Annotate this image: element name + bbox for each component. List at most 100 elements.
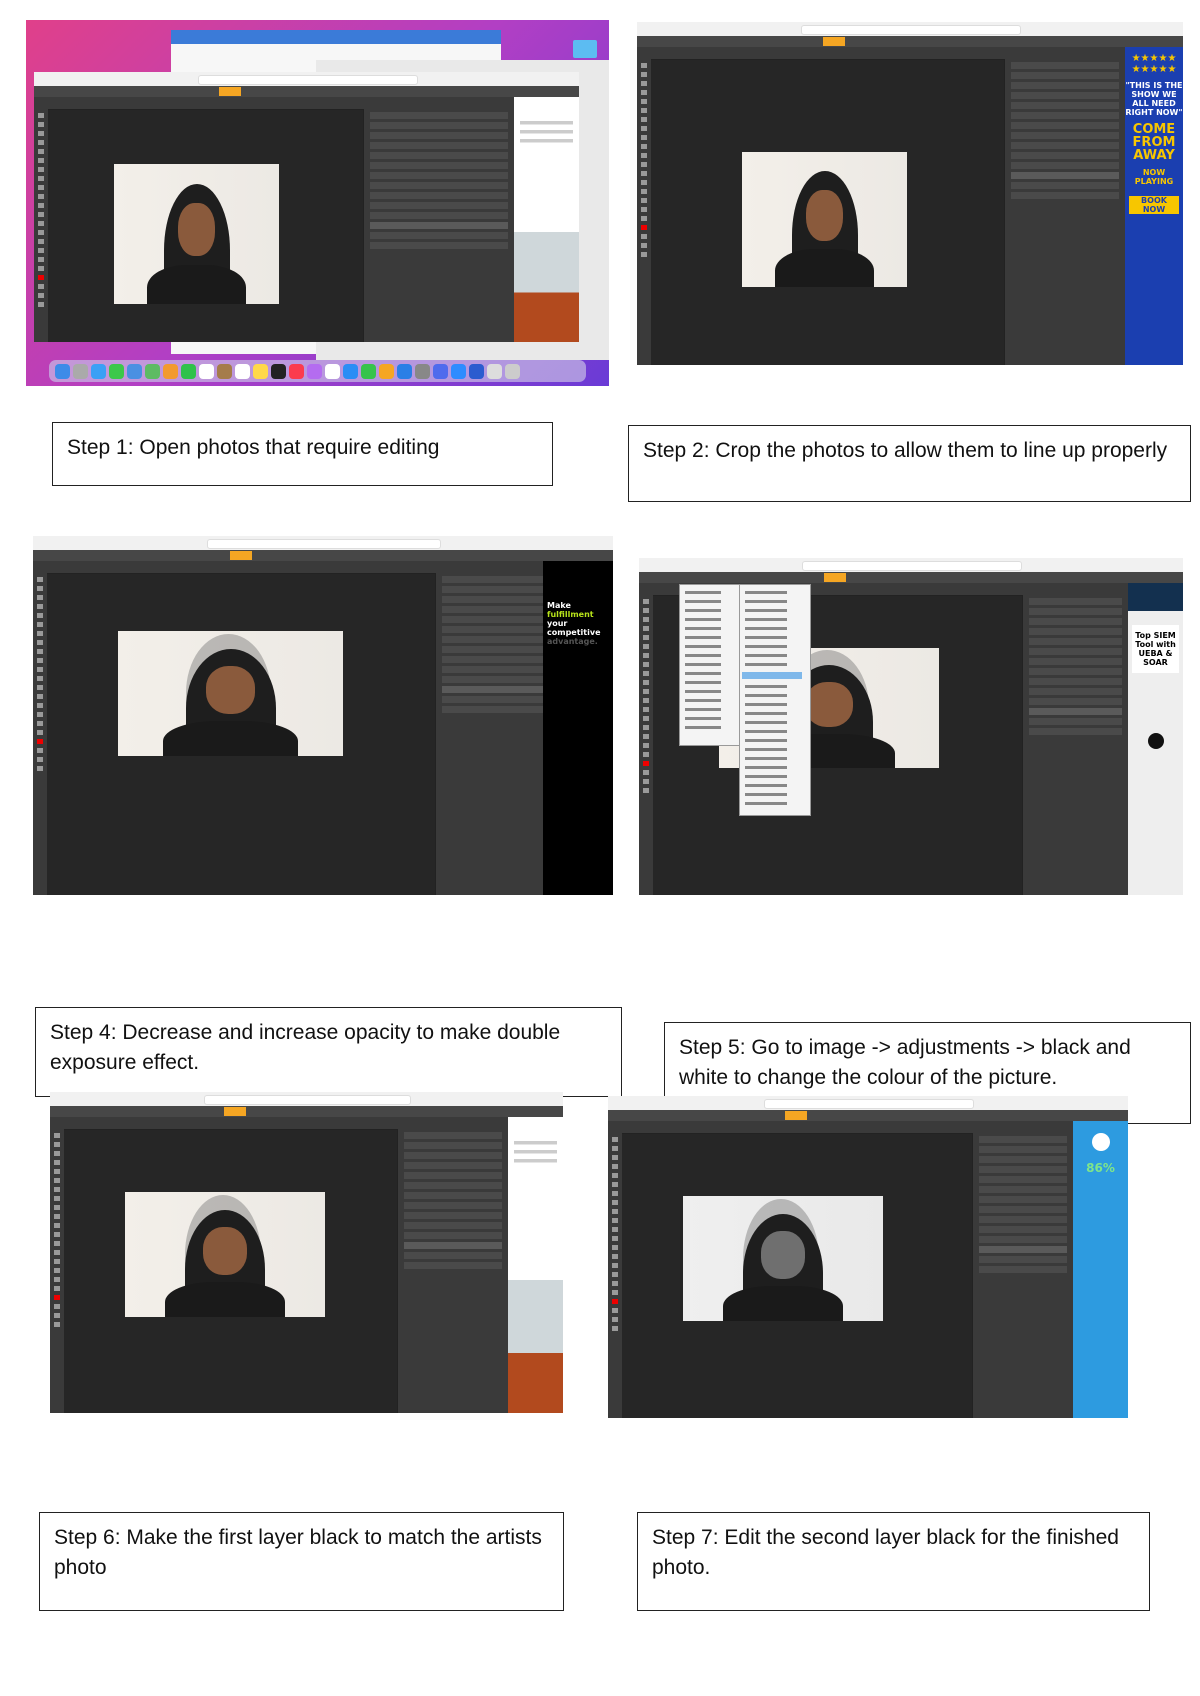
history-row <box>370 202 508 209</box>
tool-icon <box>643 689 649 694</box>
tool-icon <box>38 176 44 181</box>
submenu-item <box>745 600 787 603</box>
tool-icon <box>612 1209 618 1214</box>
browser-toolbar <box>637 22 1183 37</box>
tool-icon <box>54 1223 60 1228</box>
tool-icon <box>641 207 647 212</box>
browser-toolbar <box>34 72 579 87</box>
tool-icon <box>37 604 43 609</box>
tool-icon <box>612 1182 618 1187</box>
tool-icon <box>38 140 44 145</box>
layer-row <box>370 212 508 219</box>
tool-icon <box>612 1326 618 1331</box>
history-row <box>1029 688 1122 695</box>
tool-icon <box>612 1299 618 1304</box>
tool-icon <box>37 595 43 600</box>
history-row <box>370 142 508 149</box>
history-row <box>1029 618 1122 625</box>
tool-icon <box>37 649 43 654</box>
tool-icon <box>641 63 647 68</box>
history-row <box>442 616 545 623</box>
layer-row <box>979 1266 1067 1273</box>
advertisement: 86% <box>1073 1121 1128 1418</box>
history-row <box>442 586 545 593</box>
history-row <box>1011 62 1119 69</box>
advertisement <box>514 97 579 342</box>
account-button <box>224 1107 247 1116</box>
tool-icon <box>643 734 649 739</box>
layers-history-panel <box>435 573 551 895</box>
history-row <box>404 1132 502 1139</box>
layer-row <box>1029 718 1122 725</box>
submenu-item <box>745 802 787 805</box>
step-6-text: Step 6: Make the first layer black to ma… <box>54 1526 542 1579</box>
tool-icon <box>37 631 43 636</box>
history-row <box>1029 648 1122 655</box>
layer-row <box>442 696 545 703</box>
ad-line2: fulfillment <box>547 610 594 619</box>
tool-icon <box>54 1322 60 1327</box>
tool-icon <box>643 626 649 631</box>
tool-icon <box>54 1214 60 1219</box>
menu-item <box>685 591 721 594</box>
history-row <box>1011 122 1119 129</box>
submenu-item <box>745 748 787 751</box>
tool-icon <box>612 1263 618 1268</box>
layer-row <box>442 686 545 693</box>
tool-icon <box>54 1232 60 1237</box>
tool-icon <box>612 1155 618 1160</box>
history-row <box>370 172 508 179</box>
tool-icon <box>641 252 647 257</box>
tool-icon <box>38 167 44 172</box>
tool-icon <box>37 586 43 591</box>
submenu-item <box>745 721 787 724</box>
history-row <box>1029 598 1122 605</box>
tool-icon <box>37 676 43 681</box>
photoshop-menubar <box>34 86 579 97</box>
canvas-photo <box>114 164 279 304</box>
tool-icon <box>641 144 647 149</box>
menu-item <box>685 645 721 648</box>
history-row <box>979 1146 1067 1153</box>
history-row <box>1011 92 1119 99</box>
ad-text-block <box>514 1123 557 1213</box>
tool-icon <box>641 225 647 230</box>
menu-item <box>685 609 721 612</box>
tool-icon <box>641 108 647 113</box>
tool-icon <box>54 1205 60 1210</box>
tool-icon <box>38 293 44 298</box>
tool-icon <box>643 671 649 676</box>
subject-face <box>761 1231 805 1279</box>
ad-cta: BOOK NOW <box>1129 196 1179 214</box>
history-row <box>1011 82 1119 89</box>
submenu-item <box>745 591 787 594</box>
tool-icon <box>38 257 44 262</box>
tool-icon <box>643 725 649 730</box>
submenu-item <box>745 793 787 796</box>
screenshot-step3: Make fulfillment your competitive advantage… <box>33 536 613 895</box>
tool-icon <box>643 752 649 757</box>
tool-icon <box>612 1227 618 1232</box>
tool-icon <box>643 698 649 703</box>
history-row <box>1029 658 1122 665</box>
ad-gauge-value: 86% <box>1086 1161 1115 1175</box>
history-row <box>979 1186 1067 1193</box>
submenu-item <box>745 784 787 787</box>
address-bar <box>203 1095 412 1105</box>
step-2-caption: Step 2: Crop the photos to allow them to… <box>628 425 1191 502</box>
history-row <box>1011 142 1119 149</box>
history-row <box>979 1226 1067 1233</box>
submenu-item <box>745 775 787 778</box>
step-6-caption: Step 6: Make the first layer black to ma… <box>39 1512 564 1611</box>
ad-title: Top SIEM Tool with UEBA & SOAR <box>1132 625 1179 673</box>
subject-body <box>723 1286 843 1321</box>
layer-row <box>1011 172 1119 179</box>
tool-icon <box>641 99 647 104</box>
photoshop-window <box>34 72 579 342</box>
tool-icon <box>641 162 647 167</box>
history-row <box>979 1206 1067 1213</box>
dock-app-icon <box>253 363 269 379</box>
image-menu <box>679 584 741 746</box>
tool-icon <box>54 1286 60 1291</box>
tool-icon <box>38 149 44 154</box>
